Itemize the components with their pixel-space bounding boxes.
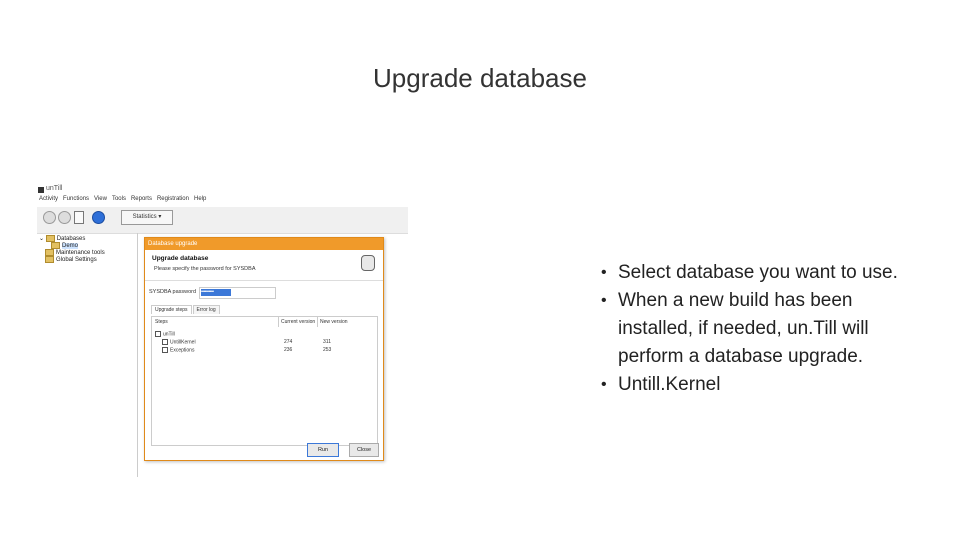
menubar: Activity Functions View Tools Reports Registr… <box>39 196 211 206</box>
col-current-version: Current version <box>281 319 316 325</box>
tab-error-log[interactable]: Error log <box>192 305 220 314</box>
database-tree: ⌄ Databases Demo Maintenance tools Globa… <box>37 233 138 477</box>
statistics-dropdown[interactable]: Statistics ▾ <box>121 210 173 225</box>
menu-functions[interactable]: Functions <box>63 196 89 202</box>
forward-icon[interactable] <box>58 211 71 224</box>
menu-registration[interactable]: Registration <box>157 196 189 202</box>
tab-upgrade-steps[interactable]: Upgrade steps <box>151 305 192 314</box>
document-icon[interactable] <box>74 211 84 224</box>
table-cell: 253 <box>323 347 332 353</box>
bullet-item: • When a new build has been installed, if… <box>598 287 928 371</box>
dialog-titlebar: Database upgrade <box>145 238 383 250</box>
settings-icon <box>45 256 54 263</box>
table-cell: 311 <box>323 339 331 345</box>
checkbox-icon <box>155 331 161 337</box>
dialog-subheading: Please specify the password for SYSDBA <box>154 266 256 272</box>
tools-icon <box>45 249 54 256</box>
slide-title: Upgrade database <box>373 63 587 93</box>
bullet-icon: • <box>601 264 607 281</box>
menu-reports[interactable]: Reports <box>131 196 152 202</box>
run-button[interactable]: Run <box>307 443 339 457</box>
app-titlebar: unTill <box>37 185 408 195</box>
bullet-item: • Untill.Kernel <box>598 371 928 399</box>
password-value: •••••••••• <box>201 289 231 296</box>
dialog-heading: Upgrade database <box>152 255 209 262</box>
dialog-header: Upgrade database Please specify the pass… <box>145 250 383 281</box>
col-steps: Steps <box>155 319 168 325</box>
table-row[interactable]: unTill <box>155 331 175 337</box>
dialog-tabs: Upgrade steps Error log <box>151 305 221 314</box>
col-new-version: New version <box>320 319 348 325</box>
bullet-item: • Select database you want to use. <box>598 259 928 287</box>
password-field[interactable]: •••••••••• <box>199 287 276 299</box>
menu-view[interactable]: View <box>94 196 107 202</box>
folder-icon <box>51 242 60 249</box>
checkbox-icon <box>162 339 168 345</box>
app-title: unTill <box>46 185 63 192</box>
table-cell: 236 <box>284 347 293 353</box>
password-label: SYSDBA password <box>149 289 197 295</box>
collapse-icon: ⌄ <box>39 236 45 243</box>
app-icon <box>38 187 44 193</box>
bullet-icon: • <box>601 376 607 393</box>
bullet-list: • Select database you want to use. • When … <box>598 259 928 399</box>
close-button[interactable]: Close <box>349 443 379 457</box>
menu-help[interactable]: Help <box>194 196 206 202</box>
table-row[interactable]: UntillKernel <box>162 339 196 345</box>
toolbar: Statistics ▾ <box>37 207 408 234</box>
menu-activity[interactable]: Activity <box>39 196 58 202</box>
table-row[interactable]: Exceptions <box>162 347 194 353</box>
play-icon[interactable] <box>92 211 105 224</box>
table-cell: 274 <box>284 339 293 345</box>
bullet-icon: • <box>601 292 607 309</box>
database-icon <box>361 255 375 271</box>
back-icon[interactable] <box>43 211 56 224</box>
folder-icon <box>45 235 55 242</box>
upgrade-dialog: Database upgrade Upgrade database Please… <box>144 237 384 461</box>
tree-item-global-settings[interactable]: Global Settings <box>45 256 97 263</box>
checkbox-icon <box>162 347 168 353</box>
steps-table: Steps Current version New version unTill… <box>151 316 378 446</box>
menu-tools[interactable]: Tools <box>112 196 126 202</box>
embedded-screenshot: unTill Activity Functions View Tools Reports… <box>37 185 408 477</box>
